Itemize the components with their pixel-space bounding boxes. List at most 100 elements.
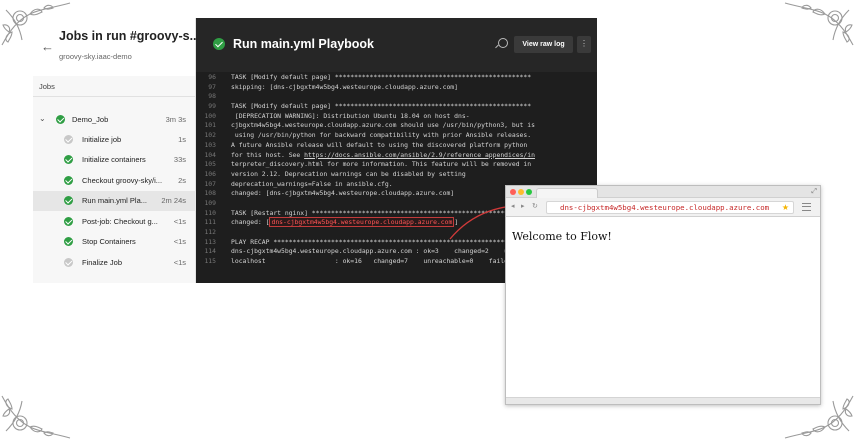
line-number: 112 [204, 228, 216, 236]
job-step-duration: <1s [173, 216, 186, 226]
close-window-button[interactable] [510, 189, 516, 195]
job-step-name: Initialize containers [82, 155, 146, 164]
line-number: 114 [204, 247, 216, 256]
jobs-sidebar: ← Jobs in run #groovy-s... groovy-sky.ia… [33, 18, 200, 283]
line-number: 106 [204, 169, 216, 178]
back-arrow-icon[interactable]: ← [41, 40, 54, 53]
log-text: A future Ansible release will default to… [231, 140, 528, 149]
minimize-window-button[interactable] [518, 189, 524, 195]
line-number: 98 [208, 92, 216, 101]
log-text: [DEPRECATION WARNING]: Distribution Ubun… [231, 111, 470, 120]
log-text: skipping: [dns-cjbgxtm4w5bg4.westeurope.… [231, 82, 459, 91]
job-step-duration: <1s [173, 237, 186, 246]
line-number: 107 [204, 179, 216, 188]
job-step-name: Checkout groovy-sky/i... [82, 175, 163, 185]
line-number: 113 [204, 237, 216, 246]
line-number: 102 [204, 131, 216, 140]
job-step-name: Finalize Job [82, 257, 123, 267]
chevron-down-icon[interactable]: ⌄ [39, 115, 47, 123]
more-options-button[interactable]: ⋮ [577, 36, 591, 53]
job-step-row[interactable]: Initialize job 1s [33, 129, 196, 149]
log-text: version 2.12. Deprecation warnings can b… [231, 169, 466, 178]
browser-titlebar: ⤢ [506, 186, 820, 198]
log-header: Run main.yml Playbook View raw log ⋮ [196, 18, 597, 72]
success-check-icon [64, 155, 73, 164]
log-text: for this host. See https://docs.ansible.… [231, 151, 535, 161]
forward-icon[interactable]: ▸ [521, 203, 525, 211]
line-number: 103 [204, 140, 216, 149]
line-number: 115 [204, 257, 216, 266]
step-title: Run main.yml Playbook [233, 37, 375, 51]
reload-icon[interactable]: ↻ [532, 203, 538, 211]
job-step-duration: 2m 24s [161, 196, 186, 205]
resize-icon[interactable]: ⤢ [811, 187, 817, 197]
browser-statusbar [506, 397, 820, 404]
run-title: Jobs in run #groovy-s... [59, 29, 200, 43]
line-number: 96 [208, 73, 216, 81]
job-step-duration: 33s [173, 155, 186, 164]
maximize-window-button[interactable] [526, 189, 532, 195]
line-number: 109 [204, 198, 216, 207]
success-check-icon [213, 38, 225, 50]
log-line: 98 [196, 92, 597, 102]
jobs-header: ← Jobs in run #groovy-s... groovy-sky.ia… [33, 18, 200, 76]
jobs-section-label: Jobs [39, 82, 55, 91]
job-row-demo-job[interactable]: ⌄ Demo_Job 3m 3s [33, 109, 196, 129]
browser-window: ⤢ ◂ ▸ ↻ dns-cjbgxtm4w5bg4.westeurope.clo… [505, 185, 821, 405]
job-duration: 3m 3s [165, 114, 186, 124]
job-step-row[interactable]: Post-job: Checkout g... <1s [33, 211, 196, 231]
bookmark-star-icon[interactable]: ★ [782, 202, 789, 214]
job-name: Demo_Job [72, 114, 109, 124]
line-number: 108 [204, 189, 216, 198]
success-check-icon [64, 196, 73, 205]
success-check-icon [64, 237, 73, 246]
view-raw-log-button[interactable]: View raw log [514, 36, 573, 53]
menu-icon[interactable] [802, 203, 811, 211]
log-text: terpreter_discovery.html for more inform… [231, 160, 532, 169]
back-icon[interactable]: ◂ [511, 203, 515, 211]
log-line: 103 A future Ansible release will default… [196, 141, 597, 151]
log-text: localhost : ok=16 changed=7 unreachable=… [231, 257, 520, 266]
screenshot-stage: ← Jobs in run #groovy-s... groovy-sky.ia… [0, 0, 855, 441]
log-line: 102 using /usr/bin/python for backward c… [196, 131, 597, 141]
job-step-name: Run main.yml Pla... [82, 196, 148, 205]
job-step-duration: 2s [178, 175, 186, 185]
log-text-segment: changed: [ [231, 218, 270, 227]
line-number: 97 [208, 82, 216, 91]
floral-corner-bottom-left [0, 366, 75, 441]
job-step-row[interactable]: Stop Containers <1s [33, 232, 196, 252]
success-check-icon [64, 216, 73, 226]
docs-link[interactable]: https://docs.ansible.com/ansible/2.9/ref… [304, 151, 535, 159]
job-step-row[interactable]: Finalize Job <1s [33, 252, 196, 272]
job-step-row[interactable]: Initialize containers 33s [33, 150, 196, 170]
log-text: using /usr/bin/python for backward compa… [231, 131, 532, 140]
skipped-check-icon [64, 134, 73, 144]
log-text: TASK [Modify default page] *************… [231, 102, 532, 111]
log-line: 104 for this host. See https://docs.ansib… [196, 151, 597, 161]
line-number: 111 [204, 218, 216, 227]
divider [33, 96, 195, 97]
pipeline-name: groovy-sky.iaac-demo [59, 52, 132, 61]
log-text: deprecation_warnings=False in ansible.cf… [231, 179, 393, 188]
floral-corner-top-right [780, 0, 855, 75]
skipped-check-icon [64, 257, 73, 267]
job-step-row[interactable]: Checkout groovy-sky/i... 2s [33, 170, 196, 190]
page-heading: Welcome to Flow! [512, 230, 612, 243]
log-line: 99 TASK [Modify default page] ***********… [196, 102, 597, 112]
line-number: 104 [204, 150, 216, 159]
line-number: 100 [204, 111, 216, 120]
address-bar[interactable]: dns-cjbgxtm4w5bg4.westeurope.cloudapp.az… [546, 201, 794, 214]
success-check-icon [56, 114, 65, 124]
line-number: 99 [208, 102, 216, 111]
job-step-name: Post-job: Checkout g... [82, 216, 158, 226]
log-text-segment: for this host. See [231, 150, 305, 159]
job-step-duration: <1s [173, 257, 186, 267]
url-text: dns-cjbgxtm4w5bg4.westeurope.cloudapp.az… [560, 203, 770, 212]
browser-tab[interactable] [536, 188, 598, 198]
browser-page-content: Welcome to Flow! [506, 218, 820, 398]
job-step-name: Initialize job [82, 134, 122, 144]
log-line: 96 TASK [Modify default page] ***********… [196, 73, 597, 83]
job-step-row[interactable]: Run main.yml Pla... 2m 24s [33, 190, 196, 211]
search-icon[interactable] [498, 38, 508, 48]
success-check-icon [64, 175, 73, 185]
